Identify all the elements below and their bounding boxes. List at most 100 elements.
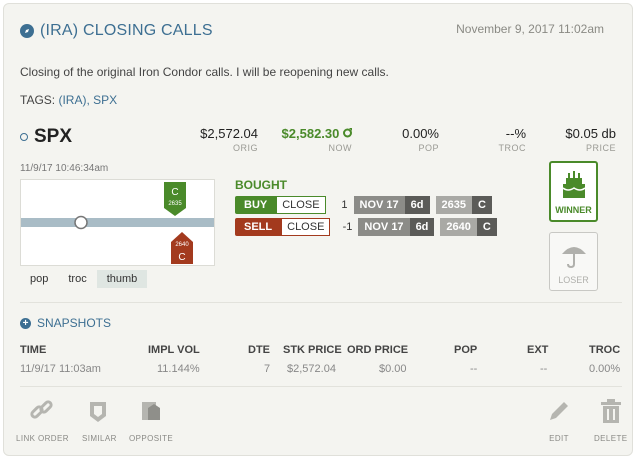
leg-row: SELL CLOSE -1 NOV 17 6d 2640 C: [235, 218, 497, 236]
edit-label: EDIT: [549, 434, 569, 443]
leg-month: NOV 17: [353, 196, 405, 214]
price-label: PRICE: [585, 143, 616, 153]
troc-value: --%: [505, 126, 526, 141]
svg-text:2635: 2635: [168, 201, 182, 207]
opposite-button[interactable]: OPPOSITE: [129, 398, 173, 443]
title-text: (IRA) CLOSING CALLS: [40, 22, 213, 39]
leg-type: C: [472, 196, 492, 214]
col-stk-price: STK PRICE: [283, 344, 342, 356]
leg-qty: -1: [342, 221, 353, 233]
trade-card: (IRA) CLOSING CALLS November 9, 2017 11:…: [3, 3, 633, 456]
metric-pop: 0.00% POP: [402, 126, 439, 153]
tab-troc[interactable]: troc: [58, 270, 96, 288]
strike-chart: C 2635 2640 C: [20, 179, 215, 266]
tab-thumb[interactable]: thumb: [96, 270, 148, 288]
tags-row: TAGS: (IRA), SPX: [20, 93, 117, 107]
col-pop: POP: [454, 344, 478, 356]
snap-dte: 7: [264, 363, 271, 375]
snap-stk-price: $2,572.04: [287, 363, 336, 375]
pop-label: POP: [418, 143, 439, 153]
snap-troc: 0.00%: [589, 363, 621, 375]
col-ord-price: ORD PRICE: [347, 344, 409, 356]
cake-icon: [562, 171, 585, 198]
chart-view-tabs: pop troc thumb: [20, 270, 148, 288]
troc-label: TROC: [498, 143, 526, 153]
loser-button[interactable]: LOSER: [549, 232, 598, 291]
tags-values[interactable]: (IRA), SPX: [58, 93, 117, 107]
leg-dte: 6d: [409, 218, 435, 236]
col-troc: TROC: [589, 344, 621, 356]
umbrella-icon: [561, 247, 586, 269]
leg-strike: 2635: [435, 196, 472, 214]
leg-month: NOV 17: [358, 218, 410, 236]
opposite-label: OPPOSITE: [129, 434, 174, 443]
similar-label: SIMILAR: [82, 434, 117, 443]
close-button[interactable]: CLOSE: [276, 196, 326, 214]
trend-icon: [343, 128, 352, 138]
strike-marker-2635: C 2635: [164, 182, 186, 216]
legs-heading: BOUGHT: [235, 178, 287, 192]
position-timestamp: 11/9/17 10:46:34am: [20, 163, 109, 174]
similar-button[interactable]: SIMILAR: [82, 398, 117, 443]
divider: [20, 386, 622, 387]
metric-now: $2,582.30 NOW: [282, 126, 352, 153]
loser-label: LOSER: [558, 275, 589, 285]
delete-button[interactable]: DELETE: [594, 398, 628, 443]
metric-orig: $2,572.04 ORIG: [200, 126, 258, 153]
symbol-dot-icon: [20, 133, 28, 141]
plus-icon: +: [20, 317, 31, 329]
winner-label: WINNER: [555, 205, 592, 215]
svg-text:C: C: [178, 252, 185, 263]
price-value: $0.05 db: [565, 126, 616, 141]
orig-value: $2,572.04: [200, 126, 258, 141]
close-button[interactable]: CLOSE: [281, 218, 331, 236]
metric-troc: --% TROC: [499, 126, 527, 153]
metric-price: $0.05 db PRICE: [565, 126, 616, 153]
snap-pop: --: [470, 363, 478, 375]
snap-ord-price: $0.00: [379, 363, 407, 375]
delete-label: DELETE: [594, 434, 628, 443]
leg-dte: 6d: [404, 196, 430, 214]
snapshots-title: SNAPSHOTS: [37, 316, 112, 330]
leg-type: C: [476, 218, 497, 236]
snapshots-toggle[interactable]: + SNAPSHOTS: [20, 316, 111, 330]
link-order-label: LINK ORDER: [16, 434, 69, 443]
symbol-text: SPX: [34, 126, 73, 147]
pencil-icon: [550, 402, 568, 420]
link-icon: [30, 400, 54, 419]
col-ext: EXT: [527, 344, 549, 356]
snap-ext: --: [540, 363, 548, 375]
orig-label: ORIG: [232, 143, 258, 153]
col-dte: DTE: [248, 344, 270, 356]
now-value: $2,582.30: [282, 126, 352, 141]
strike-marker-2640: 2640 C: [171, 232, 193, 264]
trash-icon: [600, 399, 621, 423]
link-order-button[interactable]: LINK ORDER: [16, 398, 69, 443]
edit-button[interactable]: EDIT: [546, 398, 572, 443]
compass-icon: [20, 24, 34, 38]
col-time: TIME: [20, 344, 47, 356]
trade-title[interactable]: (IRA) CLOSING CALLS: [20, 22, 213, 40]
svg-text:C: C: [171, 187, 178, 198]
leg-strike: 2640: [440, 218, 477, 236]
trade-date: November 9, 2017 11:02am: [456, 22, 604, 36]
symbol: SPX: [20, 126, 72, 148]
divider: [20, 302, 622, 303]
leg-qty: 1: [341, 199, 348, 211]
leg-row: BUY CLOSE 1 NOV 17 6d 2635 C: [235, 196, 492, 214]
buy-button[interactable]: BUY: [235, 196, 277, 214]
sell-button[interactable]: SELL: [235, 218, 282, 236]
tags-label: TAGS:: [20, 93, 56, 107]
snap-impl-vol: 11.144%: [157, 363, 200, 375]
tab-pop[interactable]: pop: [20, 270, 58, 288]
snap-time: 11/9/17 11:03am: [20, 363, 101, 375]
pop-value: 0.00%: [402, 126, 439, 141]
price-thumb: [74, 215, 88, 230]
col-impl-vol: IMPL VOL: [148, 344, 200, 356]
winner-button[interactable]: WINNER: [549, 161, 598, 222]
price-track: [21, 218, 214, 227]
svg-text:2640: 2640: [175, 242, 189, 248]
trade-description: Closing of the original Iron Condor call…: [20, 65, 389, 79]
similar-icon: [90, 402, 107, 422]
now-label: NOW: [328, 143, 352, 153]
